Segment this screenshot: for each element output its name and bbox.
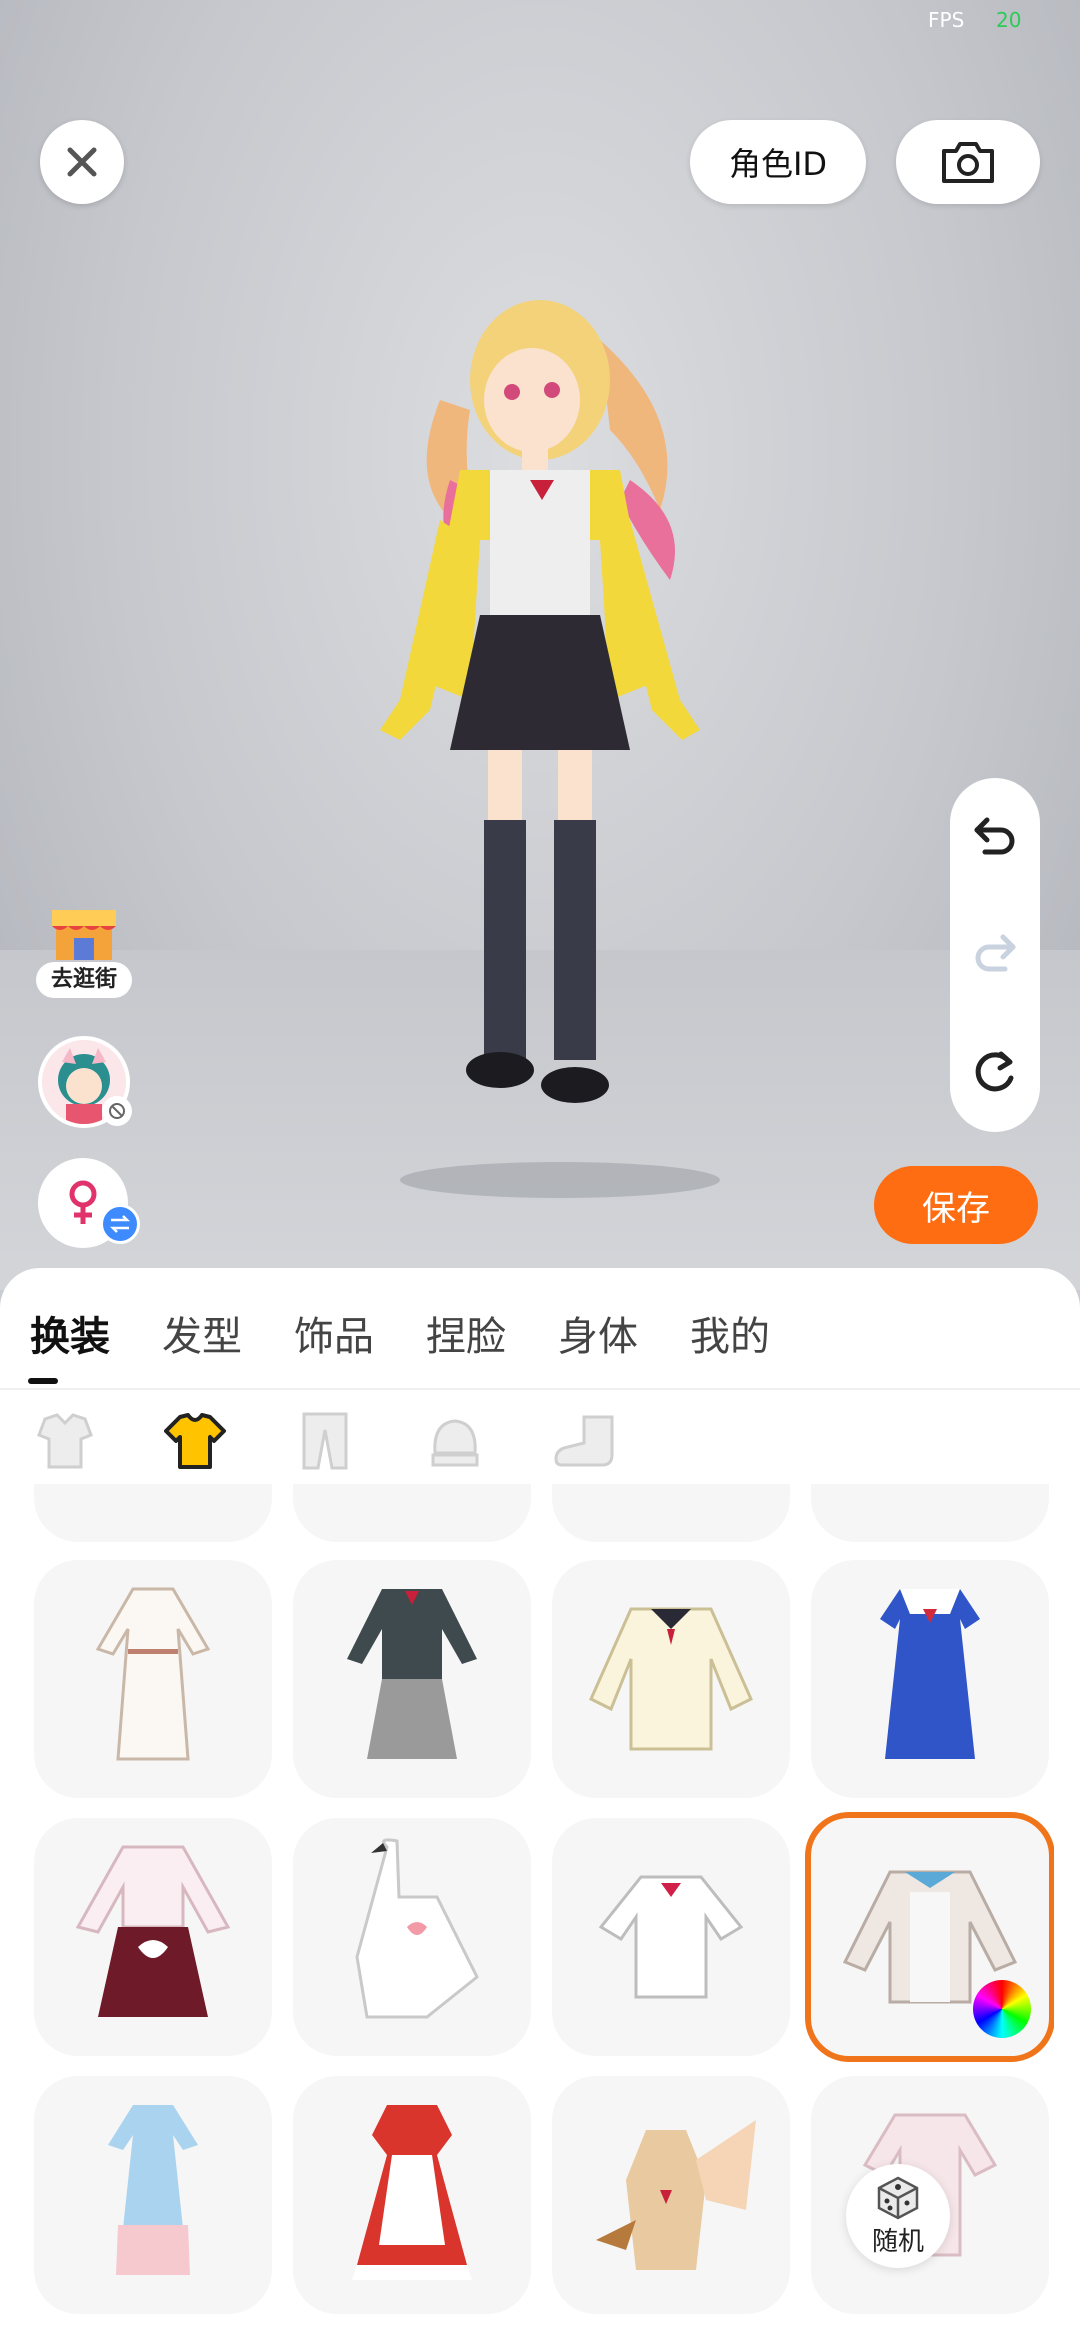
school-uniform-icon [347, 1589, 477, 1759]
suit-icon [37, 1413, 93, 1469]
color-picker-icon[interactable] [973, 1980, 1031, 2038]
shirt-icon [164, 1413, 226, 1469]
subcat-shoes[interactable] [554, 1410, 616, 1472]
clothing-item[interactable] [34, 1484, 272, 1542]
female-icon [69, 1180, 97, 1224]
history-panel [950, 778, 1040, 1132]
tab-divider [0, 1388, 1080, 1390]
avatar-stage[interactable]: FPS 20 角色ID 去逛街 保存 [0, 0, 1080, 1290]
subcategory-bar [34, 1410, 616, 1472]
white-shirt-icon [598, 1875, 744, 1999]
camera-icon [942, 142, 994, 183]
costume-icon [596, 2120, 756, 2270]
pants-icon [302, 1412, 348, 1470]
category-tabs: 换装 发型 饰品 捏脸 身体 我的 [30, 1304, 822, 1364]
store-icon [52, 910, 116, 960]
clothing-item[interactable] [34, 2076, 272, 2314]
clothing-item[interactable] [552, 1484, 790, 1542]
tab-mine[interactable]: 我的 [690, 1304, 770, 1364]
reset-icon[interactable] [971, 1048, 1019, 1096]
white-dress-icon [95, 1587, 211, 1761]
maroon-skirt-dress-icon [75, 1845, 231, 2017]
role-id-button[interactable]: 角色ID [690, 120, 866, 204]
close-icon [67, 147, 97, 177]
fps-value: 20 [996, 8, 1022, 32]
clothing-item[interactable] [811, 1560, 1049, 1798]
swan-dress-icon [355, 1838, 479, 2019]
undo-icon[interactable] [971, 814, 1019, 858]
glove-icon [431, 1419, 479, 1467]
redo-icon[interactable] [971, 931, 1019, 975]
shoe-icon [554, 1415, 614, 1467]
close-button[interactable] [40, 120, 124, 204]
cream-cardigan-icon [589, 1607, 753, 1751]
random-label: 随机 [871, 2226, 924, 2257]
blue-qipao-icon [108, 2105, 198, 2275]
clothing-item[interactable] [552, 1560, 790, 1798]
save-button[interactable]: 保存 [874, 1166, 1038, 1244]
avatar-character [380, 300, 720, 1198]
subcat-top[interactable] [164, 1410, 226, 1472]
clothing-item[interactable] [34, 1560, 272, 1798]
tab-hairstyle[interactable]: 发型 [162, 1304, 242, 1364]
clothing-item[interactable] [34, 1818, 272, 2056]
clothing-item[interactable] [293, 1560, 531, 1798]
maid-dress-icon [352, 2105, 472, 2280]
subcat-suit[interactable] [34, 1410, 96, 1472]
tab-outfit[interactable]: 换装 [30, 1304, 110, 1364]
clothing-item-selected[interactable] [805, 1812, 1054, 2062]
shop-label: 去逛街 [36, 962, 132, 998]
sailor-dress-icon [880, 1589, 980, 1759]
subcat-gloves[interactable] [424, 1410, 486, 1472]
clothing-item[interactable] [293, 2076, 531, 2314]
clothing-item[interactable] [293, 1484, 531, 1542]
clothing-item[interactable] [811, 1484, 1049, 1542]
dice-icon [877, 2176, 919, 2219]
shop-button[interactable]: 去逛街 [36, 900, 132, 1000]
clothing-item[interactable] [552, 1818, 790, 2056]
active-tab-indicator [28, 1378, 58, 1384]
camera-button[interactable] [896, 120, 1040, 204]
tab-face[interactable]: 捏脸 [426, 1304, 506, 1364]
tab-body[interactable]: 身体 [558, 1304, 638, 1364]
swap-icon [100, 1204, 140, 1244]
role-id-label: 角色ID [728, 145, 828, 183]
random-button[interactable]: 随机 [846, 2164, 950, 2268]
subcat-pants[interactable] [294, 1410, 356, 1472]
tab-accessories[interactable]: 饰品 [294, 1304, 374, 1364]
hidden-badge-icon [102, 1096, 132, 1126]
clothing-item[interactable] [293, 1818, 531, 2056]
wardrobe-sheet: 换装 发型 饰品 捏脸 身体 我的 随机 [0, 1268, 1080, 2340]
clothing-item[interactable] [552, 2076, 790, 2314]
fps-label: FPS [928, 8, 965, 32]
